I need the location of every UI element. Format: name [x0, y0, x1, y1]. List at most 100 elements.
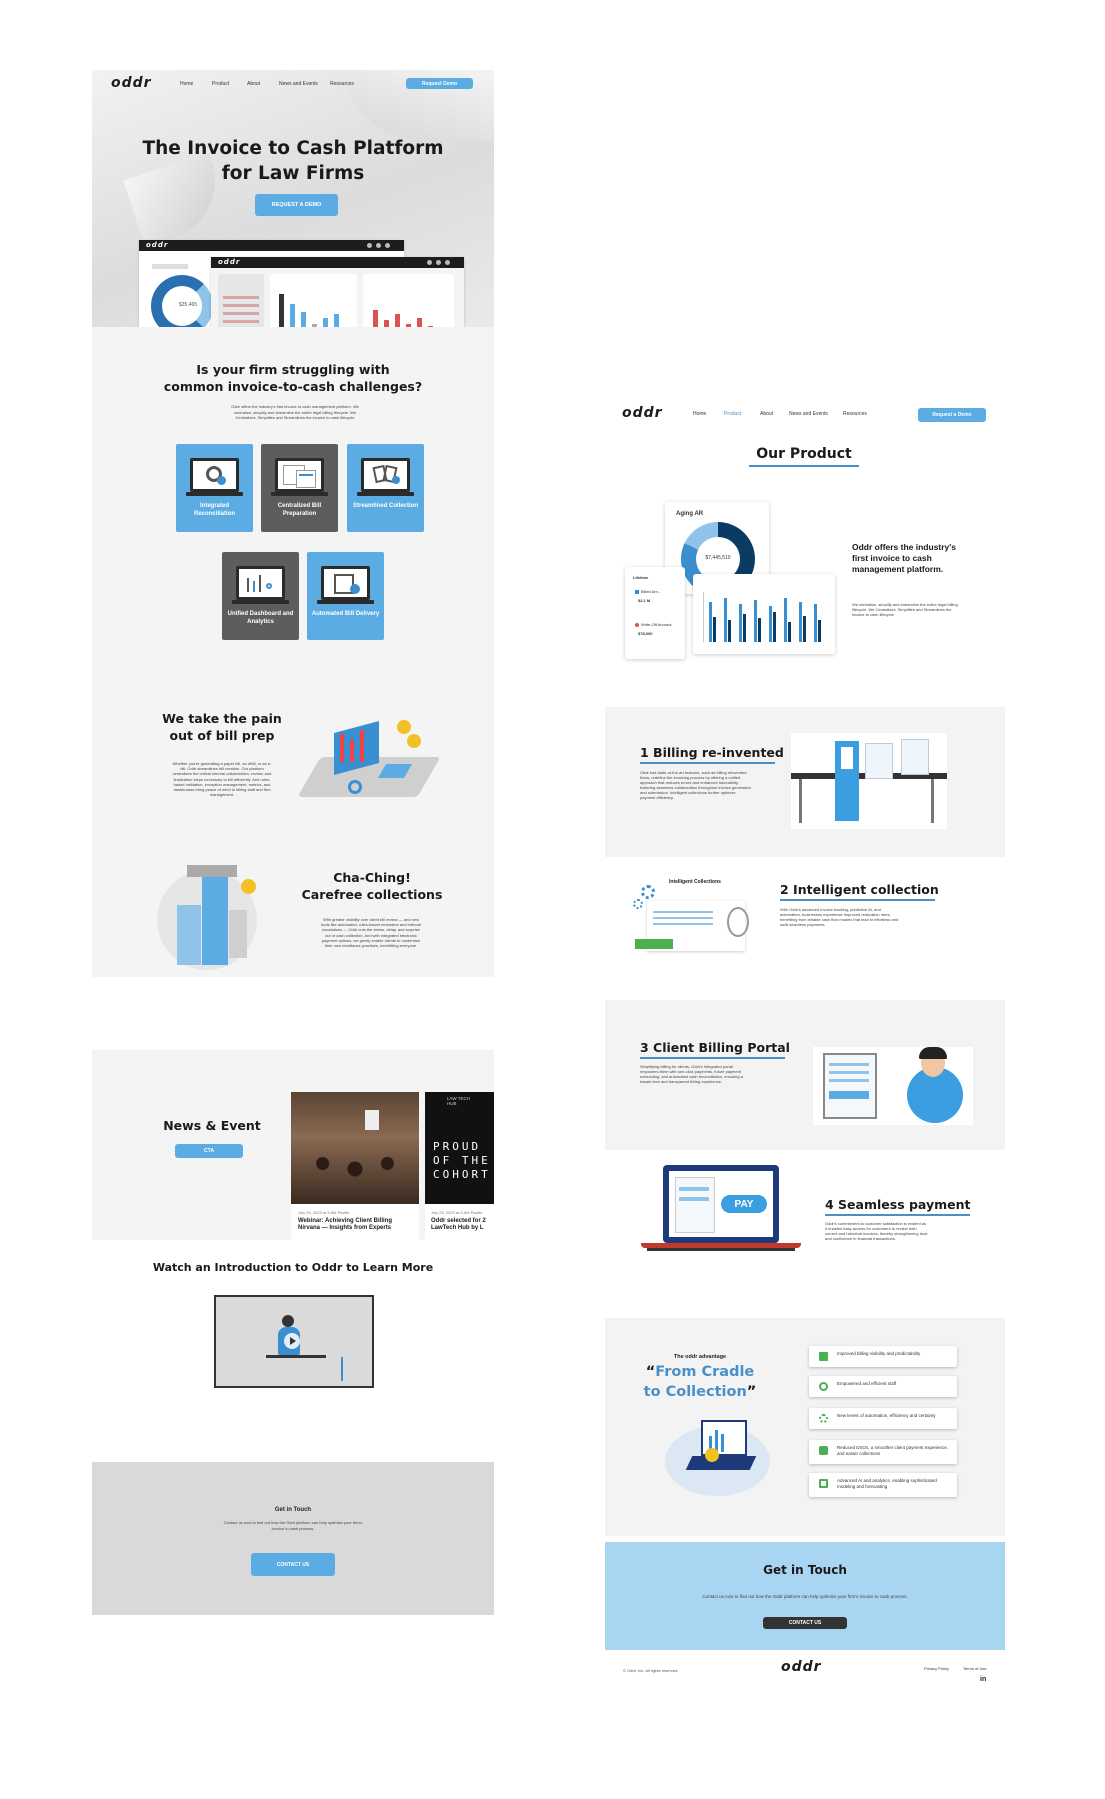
hero-section: oddr Home Product About News and Events … [92, 70, 494, 327]
request-demo-button[interactable]: Request Demo [406, 78, 473, 89]
portal-illustration [813, 1047, 973, 1125]
product-bar-chart [693, 574, 835, 654]
feature-2-title: 2 Intelligent collection [780, 882, 939, 897]
nav-link-news[interactable]: News and Events [789, 411, 828, 417]
footer-copyright: © Oddr, Inc. All rights reserved. [623, 1668, 679, 1673]
nav-link-home[interactable]: Home [693, 411, 706, 417]
poster-line-1: PROUD [433, 1140, 482, 1153]
lifetime-label: Lifetime [633, 575, 649, 580]
gear-icon [641, 885, 655, 899]
pain-text: Whether you're generating a paper bill, … [172, 761, 272, 798]
feature-collection-panel: Intelligent Collections 2 Intelligent co… [605, 857, 1005, 1009]
open-quote-glyph: “ [645, 1364, 656, 1380]
writeoff-label: Write-Off Amount [641, 622, 672, 627]
linkedin-icon[interactable]: in [980, 1676, 986, 1683]
feature-4-text: Oddr's commitment to customer satisfacti… [825, 1221, 928, 1241]
feature-2-text: With Oddr's advanced invoice tracking, p… [780, 907, 899, 927]
nav-link-resources[interactable]: Resources [330, 81, 354, 87]
advantage-item: Advanced AI and analytics, enabling soph… [809, 1473, 957, 1497]
nav-link-home[interactable]: Home [180, 81, 193, 87]
collections-illustration-label: Intelligent Collections [669, 879, 721, 885]
contact-us-button[interactable]: CONTACT US [251, 1553, 335, 1576]
product-title-underline [749, 465, 859, 467]
feature-3-text: Simplifying billing for clients, Oddr's … [640, 1064, 743, 1084]
advantage-item-text: Improved billing visibility and predicta… [837, 1351, 921, 1356]
nav-link-about[interactable]: About [247, 81, 260, 87]
contact-title: Get in Touch [274, 1507, 312, 1513]
bill-preparation-icon [275, 458, 324, 492]
contact-us-button[interactable]: CONTACT US [763, 1617, 847, 1629]
donut-value: $7,445,510 [705, 555, 731, 561]
card-automated-bill-delivery[interactable]: Automated Bill Delivery [307, 552, 384, 640]
feature-billing-panel: 1 Billing re-invented Oddr has state-of-… [605, 707, 1005, 857]
advantage-item-text: New levels of automation, efficiency and… [837, 1413, 936, 1418]
collections-illustration [157, 865, 267, 975]
cha-ching-title-line1: Cha-Ching! [333, 870, 411, 885]
analytics-icon [819, 1479, 828, 1488]
hero-title-line2: for Law Firms [221, 163, 365, 184]
cohort-poster: LAW TECH HUB PROUD OF THE COHORT [425, 1092, 494, 1204]
feature-3-title: 3 Client Billing Portal [640, 1040, 790, 1055]
news-headline[interactable]: Webinar: Achieving Client Billing [298, 1218, 392, 1224]
nav-link-about[interactable]: About [760, 411, 773, 417]
struggle-section: Is your firm struggling with common invo… [92, 327, 494, 677]
pay-button: PAY [721, 1195, 767, 1213]
nav-logo[interactable]: oddr [111, 75, 152, 91]
nav-link-product[interactable]: Product [724, 411, 741, 417]
feature-payment-panel: PAY 4 Seamless payment Oddr's commitment… [605, 1150, 1005, 1300]
request-demo-button[interactable]: Request a Demo [918, 408, 986, 422]
news-headline-cont[interactable]: LawTech Hub by L [431, 1225, 484, 1231]
bill-prep-illustration [297, 712, 441, 812]
footer-privacy-link[interactable]: Privacy Policy [924, 1666, 949, 1671]
collection-icon [361, 458, 410, 492]
nav-link-product[interactable]: Product [212, 81, 229, 87]
card-label: Unified Dashboard and Analytics [227, 611, 294, 625]
team-icon [819, 1382, 828, 1391]
mock-logo: oddr [146, 241, 169, 249]
pain-title-line2: out of bill prep [169, 728, 275, 743]
feature-1-text: Oddr has state-of-the-art features, such… [640, 770, 751, 800]
card-unified-dashboard[interactable]: Unified Dashboard and Analytics [222, 552, 299, 640]
mock-logo-2: oddr [218, 258, 241, 266]
advantage-item-text: Reduced DSOs, a smoother client payment … [837, 1445, 949, 1456]
video-section: Watch an Introduction to Oddr to Learn M… [92, 1240, 494, 1430]
billing-illustration [791, 733, 947, 829]
card-streamlined-collection[interactable]: Streamlined Collection [347, 444, 424, 532]
advantage-quote-line2: to Collection” [625, 1384, 775, 1400]
news-card-lawtech[interactable]: LAW TECH HUB PROUD OF THE COHORT July 25… [425, 1092, 494, 1240]
video-player[interactable] [214, 1295, 374, 1388]
nav-link-news[interactable]: News and Events [279, 81, 318, 87]
poster-line-3: COHORT [433, 1168, 491, 1181]
footer-logo[interactable]: oddr [781, 1659, 822, 1675]
money-hand-icon [819, 1446, 828, 1455]
product-text: We centralize, simplify and streamline t… [852, 602, 958, 618]
advantage-quote-text-2: to Collection [643, 1384, 747, 1400]
feature-3-underline [640, 1057, 785, 1059]
nav-link-resources[interactable]: Resources [843, 411, 867, 417]
advantage-item: Improved billing visibility and predicta… [809, 1346, 957, 1367]
hero-title-line1: The Invoice to Cash Platform [142, 138, 444, 159]
cha-ching-title-line2: Carefree collections [301, 887, 443, 902]
card-centralized-bill-preparation[interactable]: Centralized Bill Preparation [261, 444, 338, 532]
nav-logo[interactable]: oddr [622, 405, 663, 421]
footer-terms-link[interactable]: Terms of Use [963, 1666, 987, 1671]
news-card-webinar[interactable]: July 25, 2023 at 5 AM Pacific Webinar: A… [291, 1092, 419, 1240]
news-headline-cont[interactable]: Nirvana — Insights from Experts [298, 1225, 391, 1231]
video-title: Watch an Introduction to Oddr to Learn M… [152, 1261, 434, 1274]
hero-request-demo-button[interactable]: REQUEST A DEMO [255, 194, 338, 216]
news-headline[interactable]: Oddr selected for 2 [431, 1218, 486, 1224]
mock-bar-chart-2 [363, 274, 454, 327]
conference-photo [291, 1092, 419, 1204]
struggle-title-line1: Is your firm struggling with [196, 362, 390, 377]
poster-line-2: OF THE [433, 1154, 491, 1167]
play-icon[interactable] [284, 1333, 300, 1349]
advantage-panel: The oddr advantage “From Cradle to Colle… [605, 1318, 1005, 1536]
advantage-kicker: The oddr advantage [673, 1354, 727, 1360]
product-heading: Oddr offers the industry's first invoice… [852, 542, 957, 574]
news-cta-button[interactable]: CTA [175, 1144, 243, 1158]
gears-icon [819, 1414, 828, 1423]
card-label: Integrated Reconciliation [193, 503, 235, 517]
card-integrated-reconciliation[interactable]: Integrated Reconciliation [176, 444, 253, 532]
feature-1-title: 1 Billing re-invented [640, 745, 784, 760]
aging-ar-label: Aging AR [676, 511, 704, 517]
